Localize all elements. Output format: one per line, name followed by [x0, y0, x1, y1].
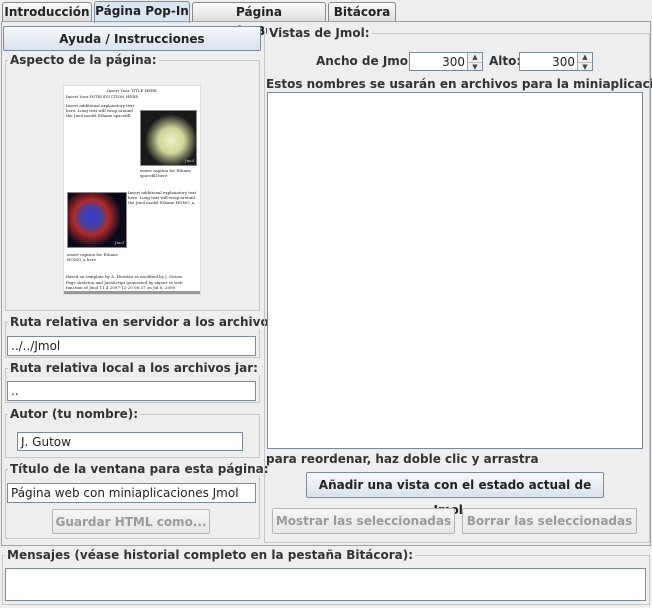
width-spinner[interactable]: 300 ▲ ▼ [409, 52, 483, 71]
add-view-button[interactable]: Añadir una vista con el estado actual de… [306, 472, 604, 517]
preview-caption-1: insert caption for Ethane spacefill here [140, 168, 191, 178]
jmol-applet-preview-1: Jmol [140, 110, 197, 166]
preview-caption-2: insert caption for Ethane HOMO_a here [67, 252, 118, 262]
width-spinner-arrows[interactable]: ▲ ▼ [467, 53, 482, 70]
height-spinner[interactable]: 300 ▲ ▼ [519, 52, 593, 71]
help-button[interactable]: Ayuda / Instrucciones [3, 26, 261, 51]
local-path-input[interactable]: .. [7, 381, 256, 401]
jmol-label-2: Jmol [114, 240, 124, 245]
window-title-label: Título de la ventana para esta página: [8, 462, 271, 476]
preview-footer-2: Page skeleton and JavaScript generated b… [66, 280, 183, 290]
tab-introduccion[interactable]: Introducción [2, 2, 92, 22]
height-up-icon[interactable]: ▲ [578, 53, 592, 63]
preview-bottom-rule [64, 291, 200, 294]
author-label: Autor (tu nombre): [8, 407, 141, 421]
width-down-icon[interactable]: ▼ [468, 62, 482, 70]
author-input[interactable]: J. Gutow [17, 432, 243, 451]
delete-selected-button[interactable]: Borrar las seleccionadas [462, 508, 637, 534]
page-aspect-label: Aspecto de la página: [8, 53, 159, 67]
tab-pagina-scriptbutton[interactable]: Página ScriptButton [192, 2, 326, 38]
reorder-hint: para reordenar, haz doble clic y arrastr… [266, 452, 539, 466]
width-value: 300 [442, 55, 465, 69]
height-down-icon[interactable]: ▼ [578, 62, 592, 70]
preview-text-2: Insert additional explanatory text here.… [128, 190, 197, 205]
preview-title: Insert Your TITLE HERE [107, 88, 157, 93]
height-spinner-arrows[interactable]: ▲ ▼ [577, 53, 592, 70]
messages-label: Mensajes (véase historial completo en la… [5, 548, 416, 562]
preview-footer-1: Based on template by A. Herráez as modif… [66, 274, 183, 279]
window-title-input[interactable]: Página web con miniaplicaciones Jmol [7, 483, 256, 503]
width-label: Ancho de Jmol: [316, 54, 417, 68]
height-label: Alto: [489, 54, 522, 68]
local-path-label: Ruta relativa local a los archivos jar: [8, 361, 260, 375]
jmol-views-label: Vistas de Jmol: [267, 26, 372, 40]
height-value: 300 [552, 55, 575, 69]
views-list[interactable] [267, 92, 643, 449]
preview-intro: Insert Your INTRODUCTION HERE [66, 94, 139, 99]
views-list-label: Estos nombres se usarán en archivos para… [266, 77, 652, 91]
server-path-input[interactable]: ../../Jmol [7, 336, 256, 356]
jmol-applet-preview-2: Jmol [67, 192, 127, 248]
page-preview: Insert Your TITLE HERE Insert Your INTRO… [64, 86, 200, 294]
tab-pagina-pop-in[interactable]: Página Pop-In [94, 1, 190, 23]
messages-area[interactable] [5, 568, 646, 601]
save-html-button[interactable]: Guardar HTML como... [52, 509, 210, 534]
jmol-label-1: Jmol [184, 158, 194, 163]
show-selected-button[interactable]: Mostrar las seleccionadas [272, 508, 455, 534]
tab-bitacora[interactable]: Bitácora [328, 2, 396, 22]
preview-text-1: Insert additional explanatory text here.… [66, 103, 135, 118]
width-up-icon[interactable]: ▲ [468, 53, 482, 63]
server-path-label: Ruta relativa en servidor a los archivos… [8, 315, 305, 329]
